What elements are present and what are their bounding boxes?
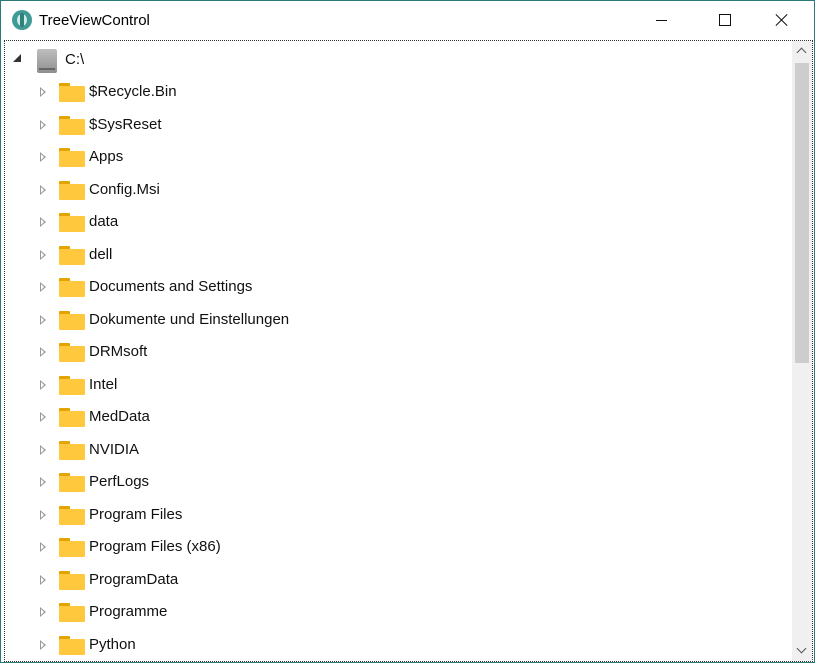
scrollbar-thumb[interactable] [795,63,809,363]
scroll-down-arrow-icon[interactable] [792,641,812,661]
expand-arrow-icon[interactable] [40,119,46,130]
folder-icon [59,408,85,427]
tree-item[interactable]: data [5,207,785,237]
folder-icon [59,603,85,622]
expand-arrow-icon[interactable] [40,347,46,357]
folder-icon [59,115,85,135]
tree-item[interactable]: ProgramData [5,565,785,595]
tree-item-label: Program Files [89,505,183,523]
tree-item-label: Intel [89,375,118,393]
folder-icon [59,213,85,232]
tree-item-label: PerfLogs [89,473,150,490]
folder-icon [59,473,85,492]
expand-arrow-icon[interactable] [40,217,46,227]
expand-arrow-icon[interactable] [40,639,46,650]
expand-arrow-icon[interactable] [40,574,46,585]
folder-icon [59,278,85,297]
tree-view-panel: C:\ $Recycle.Bin $SysReset Apps Config.Msi d… [4,40,813,662]
tree-item[interactable]: MedData [5,402,785,432]
tree-item-label: Documents and Settings [89,278,253,295]
expand-arrow-icon[interactable] [40,477,46,487]
collapse-arrow-icon[interactable] [13,54,21,62]
tree-item[interactable]: $SysReset [5,110,785,140]
app-window: TreeViewControl C:\ $Recycle.Bin $SysRese… [0,0,815,663]
tree-item[interactable]: DRMsoft [5,337,785,367]
tree-item-label: Config.Msi [89,180,160,198]
tree-item[interactable]: Dokumente und Einstellungen [5,305,785,335]
treeview-app-icon [12,10,32,30]
tree-item-label: Programme [89,603,168,620]
expand-arrow-icon[interactable] [40,282,46,292]
expand-arrow-icon[interactable] [40,607,46,617]
tree-item-label: $SysReset [89,115,162,133]
tree-item[interactable]: Programme [5,597,785,627]
folder-icon [59,180,85,200]
maximize-icon [719,14,731,26]
expand-arrow-icon[interactable] [40,444,46,455]
tree-item-label: MedData [89,408,150,425]
expand-arrow-icon[interactable] [40,412,46,422]
tree-item-label: ProgramData [89,570,179,588]
scroll-up-arrow-icon[interactable] [792,41,812,61]
expand-arrow-icon[interactable] [40,152,46,162]
folder-icon [59,440,85,460]
folder-icon [59,505,85,525]
tree-item[interactable]: Apps [5,142,785,172]
tree-item-label: Dokumente und Einstellungen [89,310,290,328]
tree-item[interactable]: NVIDIA [5,435,785,465]
tree-item[interactable]: Program Files (x86) [5,532,785,562]
tree-root-item[interactable]: C:\ [5,45,785,75]
tree-item[interactable]: dell [5,240,785,270]
tree-item-label: NVIDIA [89,440,140,458]
tree-item[interactable]: Config.Msi [5,175,785,205]
minimize-icon [656,20,667,21]
drive-icon [37,49,57,73]
vertical-scrollbar[interactable] [792,41,812,661]
expand-arrow-icon[interactable] [40,542,46,552]
tree-item[interactable]: PerfLogs [5,467,785,497]
tree-item-label: Python [89,635,136,653]
tree-item-label: $Recycle.Bin [89,83,177,100]
tree-item-label: data [89,213,119,230]
folder-icon [59,635,85,655]
tree-item[interactable]: Intel [5,370,785,400]
minimize-button[interactable] [633,1,691,39]
folder-icon [59,148,85,167]
folder-icon [59,570,85,590]
maximize-button[interactable] [694,1,752,39]
tree-item[interactable]: Documents and Settings [5,272,785,302]
expand-arrow-icon[interactable] [40,184,46,195]
tree-item-label: DRMsoft [89,343,148,360]
tree-item[interactable]: Program Files [5,500,785,530]
tree-item[interactable]: Python [5,630,785,660]
close-button[interactable] [753,1,811,39]
expand-arrow-icon[interactable] [40,314,46,325]
tree-item-label: Apps [89,148,124,165]
folder-icon [59,538,85,557]
title-bar[interactable]: TreeViewControl [1,1,814,39]
expand-arrow-icon[interactable] [40,87,46,97]
tree-item-label: Program Files (x86) [89,538,221,555]
folder-icon [59,375,85,395]
expand-arrow-icon[interactable] [40,379,46,390]
tree-root-label: C:\ [65,51,85,68]
close-icon [775,13,789,27]
folder-icon [59,343,85,362]
window-title: TreeViewControl [39,12,150,29]
folder-icon [59,245,85,265]
tree-item-label: dell [89,245,113,263]
expand-arrow-icon[interactable] [40,249,46,260]
folder-icon [59,310,85,330]
folder-icon [59,83,85,102]
tree-item[interactable]: $Recycle.Bin [5,77,785,107]
folder-tree: C:\ $Recycle.Bin $SysReset Apps Config.Msi d… [5,41,790,661]
expand-arrow-icon[interactable] [40,509,46,520]
